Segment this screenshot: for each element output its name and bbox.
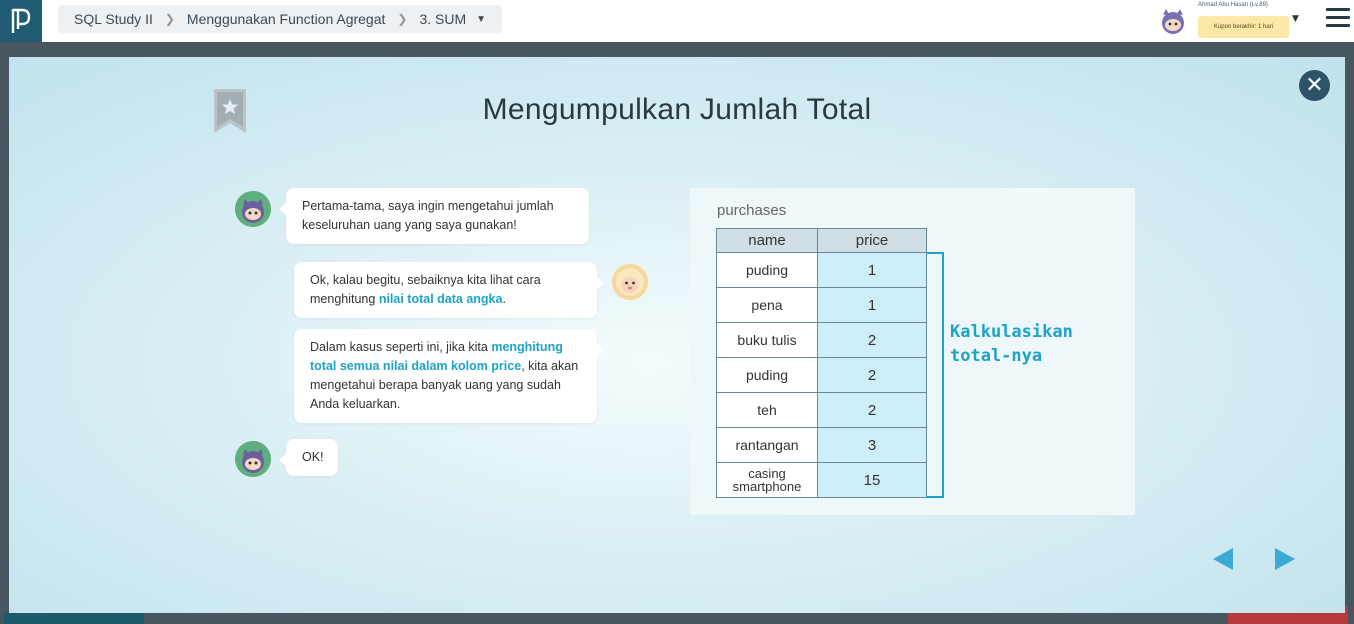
table-row: pena 1: [716, 287, 927, 323]
cell-price: 2: [817, 322, 927, 358]
cell-price: 2: [817, 392, 927, 428]
cell-name: puding: [716, 357, 818, 393]
chat-bubble: Ok, kalau begitu, sebaiknya kita lihat c…: [294, 262, 604, 318]
ninja-avatar: [235, 191, 271, 227]
next-arrow-icon[interactable]: [1273, 547, 1297, 571]
hamburger-menu-icon[interactable]: [1326, 8, 1350, 30]
chevron-right-icon: ❯: [164, 12, 175, 26]
bracket-line: [926, 252, 944, 498]
cell-name: pena: [716, 287, 818, 323]
cell-price: 1: [817, 287, 927, 323]
chat-text: Dalam kasus seperti ini, jika kita: [310, 340, 492, 354]
cell-name: buku tulis: [716, 322, 818, 358]
cell-price: 3: [817, 427, 927, 463]
annotation-line-1: Kalkulasikan: [950, 322, 1073, 342]
table-row: puding 2: [716, 357, 927, 393]
chat-text: .: [502, 292, 506, 306]
chevron-right-icon: ❯: [397, 12, 408, 26]
table-name: purchases: [717, 202, 787, 219]
slide-title: Mengumpulkan Jumlah Total: [482, 93, 872, 126]
breadcrumb: SQL Study II ❯ Menggunakan Function Agre…: [58, 5, 503, 33]
breadcrumb-chapter[interactable]: Menggunakan Function Agregat: [187, 11, 385, 27]
chat-bubble: OK!: [279, 439, 338, 476]
annotation-line-2: total-nya: [950, 346, 1043, 366]
table-row: rantangan 3: [716, 427, 927, 463]
ninja-avatar: [235, 441, 271, 477]
coupon-badge[interactable]: Kupon berakhir: 1 hari: [1198, 16, 1289, 38]
breadcrumb-course[interactable]: SQL Study II: [74, 11, 153, 27]
cell-name: teh: [716, 392, 818, 428]
slide-illustration: purchases name price puding 1 pena 1 buk…: [690, 188, 1135, 515]
purchases-table: name price puding 1 pena 1 buku tulis 2: [716, 228, 927, 498]
table-row: buku tulis 2: [716, 322, 927, 358]
background-element: [4, 612, 144, 624]
cell-name: rantangan: [716, 427, 818, 463]
column-header-name: name: [716, 228, 818, 253]
chevron-down-icon[interactable]: ▼: [1292, 14, 1299, 24]
slide-modal: ✕ Mengumpulkan Jumlah Total Pertama-tama…: [9, 57, 1345, 613]
logo-icon: [11, 8, 31, 33]
user-menu[interactable]: Ahmad Abu Hasan (Lv.89) Kupon berakhir: …: [1152, 0, 1302, 42]
user-name: Ahmad Abu Hasan (Lv.89): [1198, 2, 1268, 8]
chat-bubble: Pertama-tama, saya ingin mengetahui juml…: [279, 188, 589, 244]
cell-price: 1: [817, 252, 927, 288]
previous-arrow-icon[interactable]: [1211, 547, 1235, 571]
table-row: casing smartphone 15: [716, 462, 927, 498]
table-row: teh 2: [716, 392, 927, 428]
cell-name: casing smartphone: [716, 462, 818, 498]
annotation-label: Kalkulasikan total-nya: [950, 320, 1073, 368]
column-header-price: price: [817, 228, 927, 253]
avatar: [1162, 9, 1184, 34]
breadcrumb-lesson[interactable]: 3. SUM: [419, 11, 466, 27]
sheep-avatar: [612, 264, 648, 300]
table-row: puding 1: [716, 252, 927, 288]
chat-highlight: nilai total data angka: [378, 292, 503, 306]
cell-price: 15: [817, 462, 927, 498]
top-bar: SQL Study II ❯ Menggunakan Function Agre…: [0, 0, 1354, 42]
cell-name: puding: [716, 252, 818, 288]
chat-bubble: Dalam kasus seperti ini, jika kita mengh…: [294, 329, 604, 423]
cell-price: 2: [817, 357, 927, 393]
progate-logo[interactable]: [0, 0, 42, 42]
chevron-down-icon[interactable]: ▼: [476, 14, 486, 25]
